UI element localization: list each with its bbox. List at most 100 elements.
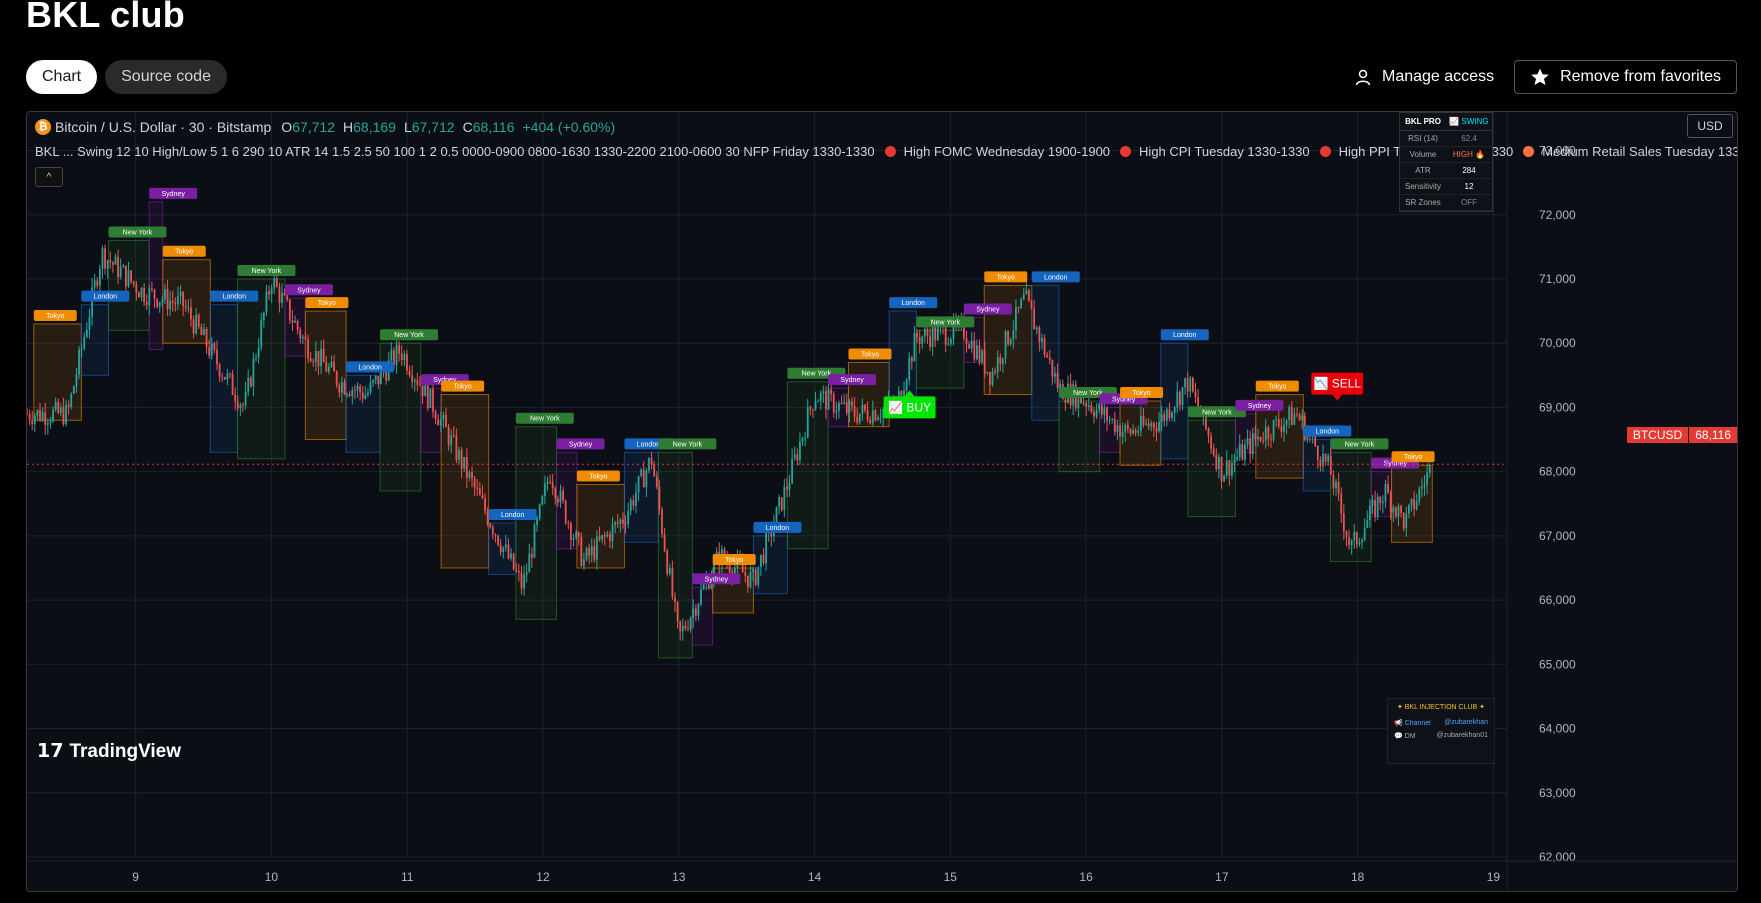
- candle-down: [679, 620, 682, 632]
- candle-up: [1407, 505, 1410, 514]
- info-row: RSI (14) 62.4: [1400, 131, 1492, 147]
- candle-down: [853, 405, 856, 417]
- candle-up: [788, 483, 791, 490]
- tradingview-logo[interactable]: 𝟭𝟳 TradingView: [37, 740, 181, 763]
- candle-down: [864, 404, 866, 411]
- candle-down: [1316, 446, 1319, 461]
- candle-up: [692, 608, 695, 618]
- candle-up: [1150, 423, 1153, 427]
- x-tick-label: 9: [132, 870, 139, 884]
- currency-selector[interactable]: USD: [1687, 114, 1733, 138]
- candle-down: [1152, 423, 1155, 429]
- candle-up: [908, 357, 911, 381]
- event-dot-high-icon: [884, 146, 896, 157]
- info-row: SR Zones OFF: [1400, 195, 1492, 211]
- candle-down: [926, 328, 929, 336]
- candle-up: [601, 535, 604, 540]
- symbol-name[interactable]: Bitcoin / U.S. Dollar · 30 · Bitstamp: [55, 119, 271, 135]
- session-tag-label: Sydney: [1248, 403, 1272, 410]
- chart-panel[interactable]: 62,000 63,000 64,000 65,000 66,000 67,000 68,0…: [26, 111, 1738, 892]
- candle-up: [244, 391, 247, 406]
- candle-down: [1277, 419, 1280, 427]
- info-table-header: BKL PRO 📈 SWING: [1400, 113, 1492, 131]
- candle-down: [130, 270, 132, 282]
- candle-up: [1371, 500, 1374, 506]
- candle-down: [309, 358, 312, 362]
- event-dot-high-icon: [1120, 146, 1132, 157]
- candle-up: [697, 604, 700, 616]
- session-tag-label: New York: [394, 332, 424, 339]
- candle-down: [343, 382, 346, 395]
- candle-down: [242, 404, 244, 406]
- remove-favorites-label: Remove from favorites: [1560, 68, 1721, 85]
- candle-down: [609, 533, 611, 542]
- tab-source-code[interactable]: Source code: [105, 60, 227, 94]
- candle-down: [1267, 427, 1270, 439]
- candle-down: [317, 350, 320, 367]
- candle-up: [765, 533, 767, 564]
- candle-down: [512, 553, 515, 570]
- candle-down: [1046, 354, 1049, 358]
- last-price-tag: BTCUSD 68,116: [1626, 427, 1737, 443]
- candle-down: [845, 401, 848, 413]
- candle-up: [390, 350, 393, 361]
- candle-down: [1340, 493, 1343, 514]
- candle-up: [1082, 402, 1085, 404]
- open-label: O: [281, 119, 293, 135]
- candle-down: [1100, 403, 1103, 415]
- candle-down: [325, 362, 328, 372]
- candle-down: [1085, 402, 1088, 407]
- candle-down: [445, 414, 447, 428]
- candle-up: [340, 382, 343, 393]
- candle-down: [1379, 496, 1382, 504]
- candle-down: [1186, 378, 1189, 392]
- candle-down: [455, 435, 458, 461]
- session-tag-label: New York: [123, 229, 153, 236]
- candle-down: [437, 419, 440, 426]
- candle-down: [1212, 448, 1215, 455]
- candle-down: [1220, 456, 1223, 482]
- candle-up: [1121, 431, 1124, 437]
- candle-up: [822, 391, 825, 394]
- candle-down: [934, 327, 937, 341]
- session-box-newyork: [1329, 451, 1372, 563]
- manage-access-button[interactable]: Manage access: [1354, 68, 1494, 86]
- session-tag-label: New York: [1073, 390, 1103, 397]
- x-tick-label: 16: [1079, 870, 1093, 884]
- collapse-legend-button[interactable]: ^: [35, 167, 63, 187]
- candle-up: [871, 410, 874, 424]
- club-info-box: ✦ BKL INJECTION CLUB ✦ 📢 Channel @zubare…: [1387, 698, 1495, 764]
- candle-up: [848, 401, 851, 413]
- info-label: ATR: [1415, 166, 1431, 175]
- candle-up: [838, 402, 840, 411]
- session-tag-label: Sydney: [569, 441, 593, 448]
- candle-down: [593, 546, 596, 560]
- candle-up: [1054, 373, 1056, 377]
- candle-up: [395, 344, 398, 365]
- session-tag-label: Tokyo: [46, 313, 64, 320]
- channel-handle[interactable]: @zubarekhan: [1444, 719, 1488, 727]
- star-icon: [1531, 68, 1549, 85]
- candle-up: [611, 524, 614, 542]
- candle-up: [1423, 484, 1426, 487]
- candle-down: [1413, 498, 1416, 509]
- candle-down: [989, 371, 991, 385]
- candle-down: [1342, 513, 1345, 532]
- session-tag-label: London: [94, 294, 117, 301]
- tab-chart[interactable]: Chart: [26, 60, 98, 94]
- channel-label: 📢 Channel: [1394, 720, 1431, 727]
- dm-handle[interactable]: @zubarekhan01: [1437, 732, 1488, 740]
- candle-up: [559, 490, 562, 503]
- candle-up: [75, 374, 78, 387]
- candle-down: [491, 527, 494, 535]
- candle-down: [1394, 507, 1397, 517]
- session-tag-label: Tokyo: [861, 351, 879, 358]
- candle-down: [1051, 359, 1054, 377]
- y-tick-label: 67,000: [1539, 529, 1576, 543]
- candle-down: [1387, 483, 1389, 494]
- candle-up: [1041, 338, 1043, 342]
- price-chart[interactable]: 62,000 63,000 64,000 65,000 66,000 67,000 68,0…: [27, 112, 1737, 891]
- candle-down: [1337, 481, 1340, 494]
- candle-up: [330, 361, 333, 367]
- remove-favorites-button[interactable]: Remove from favorites: [1514, 60, 1737, 94]
